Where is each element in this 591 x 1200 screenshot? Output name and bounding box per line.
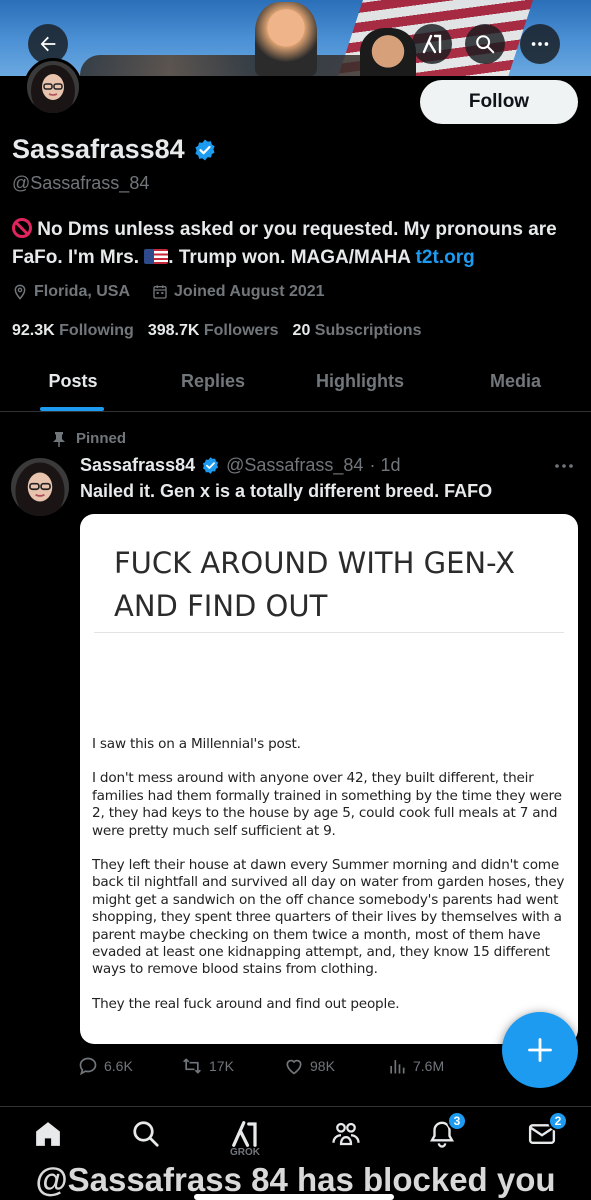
repost-button[interactable]: 17K: [181, 1056, 284, 1076]
post-time: · 1d: [369, 455, 401, 475]
pinned-label: Pinned: [76, 430, 127, 447]
compose-button[interactable]: [502, 1012, 578, 1088]
post-author-avatar[interactable]: [11, 458, 69, 516]
profile-bio: No Dms unless asked or you requested. My…: [12, 216, 582, 272]
image-paragraph: They left their house at dawn every Summ…: [92, 857, 565, 978]
avatar-image: [11, 458, 69, 516]
arrow-left-icon: [40, 36, 56, 52]
nav-grok[interactable]: GROK: [228, 1119, 262, 1158]
reply-icon: [79, 1057, 97, 1076]
repost-count: 17K: [209, 1058, 234, 1074]
post-header: Sassafrass84 @Sassafrass_84 · 1d: [80, 455, 400, 476]
views-icon: [390, 1060, 405, 1074]
tab-highlights[interactable]: Highlights: [280, 352, 440, 411]
follow-button[interactable]: Follow: [420, 80, 578, 124]
nav-notifications[interactable]: 3: [427, 1111, 467, 1154]
nav-search[interactable]: [130, 1119, 162, 1149]
tab-media[interactable]: Media: [440, 352, 591, 411]
avatar-image: [27, 61, 79, 113]
views-button[interactable]: 7.6M: [387, 1056, 490, 1076]
bio-text-2: . Trump won. MAGA/MAHA: [168, 247, 416, 268]
profile-stats: 92.3K Following 398.7K Followers 20 Subs…: [12, 322, 421, 340]
location-pin-icon: [14, 284, 26, 300]
banner-figure-secondary: [360, 28, 416, 76]
grok-label: GROK: [230, 1147, 260, 1158]
communities-icon: [332, 1122, 360, 1146]
location: Florida, USA: [12, 283, 130, 301]
followers-stat[interactable]: 398.7K Followers: [148, 322, 279, 340]
no-entry-icon: [12, 218, 32, 238]
following-count: 92.3K: [12, 322, 55, 339]
display-name: Sassafrass84: [12, 134, 217, 165]
pin-icon: [53, 431, 65, 447]
verified-badge-icon: [203, 457, 219, 474]
more-icon: [531, 42, 549, 46]
post-text: Nailed it. Gen x is a totally different …: [80, 481, 493, 501]
join-date: Joined August 2021: [152, 283, 325, 301]
image-body: I saw this on a Millennial's post. I don…: [92, 736, 574, 1030]
calendar-icon: [153, 285, 167, 299]
nav-communities[interactable]: [330, 1119, 362, 1149]
search-icon: [133, 1121, 159, 1147]
pinned-indicator: Pinned: [52, 430, 126, 447]
followers-count: 398.7K: [147, 322, 200, 339]
following-label: Following: [59, 322, 134, 339]
search-button[interactable]: [465, 24, 505, 64]
image-divider: [94, 632, 564, 633]
nav-home[interactable]: [32, 1119, 64, 1149]
search-icon: [476, 35, 495, 54]
banner-figure: [255, 2, 317, 76]
us-flag-icon: [144, 249, 169, 264]
banner-crowd: [80, 55, 380, 76]
heart-icon: [286, 1059, 302, 1075]
following-stat[interactable]: 92.3K Following: [12, 322, 134, 340]
post-author-handle[interactable]: @Sassafrass_84: [226, 455, 363, 476]
bio-link[interactable]: t2t.org: [416, 247, 475, 268]
image-paragraph: I don't mess around with anyone over 42,…: [92, 770, 562, 839]
messages-badge: 2: [548, 1111, 568, 1131]
plus-icon: [528, 1038, 552, 1062]
grok-button[interactable]: [412, 24, 452, 64]
tab-posts[interactable]: Posts: [0, 352, 146, 411]
reply-count: 6.6K: [104, 1058, 133, 1074]
grok-icon: [232, 1121, 257, 1147]
subscriptions-count: 20: [292, 322, 311, 339]
post-image[interactable]: FUCK AROUND WITH GEN-X AND FIND OUT I sa…: [80, 514, 578, 1044]
subscriptions-stat[interactable]: 20 Subscriptions: [293, 322, 422, 340]
more-icon: [555, 464, 573, 468]
verified-badge-icon: [195, 139, 215, 160]
reply-button[interactable]: 6.6K: [78, 1056, 181, 1076]
profile-meta: Florida, USA Joined August 2021: [12, 283, 325, 301]
home-indicator: [194, 1194, 394, 1200]
join-date-text: Joined August 2021: [174, 283, 325, 300]
followers-label: Followers: [203, 322, 279, 339]
post-author-name[interactable]: Sassafrass84: [80, 455, 195, 476]
profile-avatar[interactable]: [24, 58, 82, 116]
more-options-button[interactable]: [520, 24, 560, 64]
post-more-button[interactable]: [553, 458, 575, 476]
notifications-badge: 3: [447, 1111, 467, 1131]
grok-icon: [422, 34, 442, 54]
profile-handle: @Sassafrass_84: [12, 173, 150, 193]
post-actions: 6.6K 17K 98K 7.6M: [78, 1056, 498, 1076]
image-paragraph: They the real fuck around and find out p…: [92, 995, 400, 1012]
like-count: 98K: [310, 1058, 335, 1074]
repost-icon: [183, 1058, 201, 1074]
profile-tabs: Posts Replies Highlights Media: [0, 352, 591, 412]
image-title: FUCK AROUND WITH GEN-X AND FIND OUT: [114, 546, 516, 623]
home-icon: [36, 1122, 60, 1146]
views-count: 7.6M: [413, 1058, 445, 1074]
display-name-text: Sassafrass84: [12, 134, 185, 164]
image-paragraph: I saw this on a Millennial's post.: [92, 736, 301, 752]
like-button[interactable]: 98K: [284, 1056, 387, 1076]
nav-messages[interactable]: 2: [526, 1111, 568, 1154]
subscriptions-label: Subscriptions: [314, 322, 422, 339]
location-text: Florida, USA: [34, 283, 131, 300]
tab-replies[interactable]: Replies: [146, 352, 280, 411]
